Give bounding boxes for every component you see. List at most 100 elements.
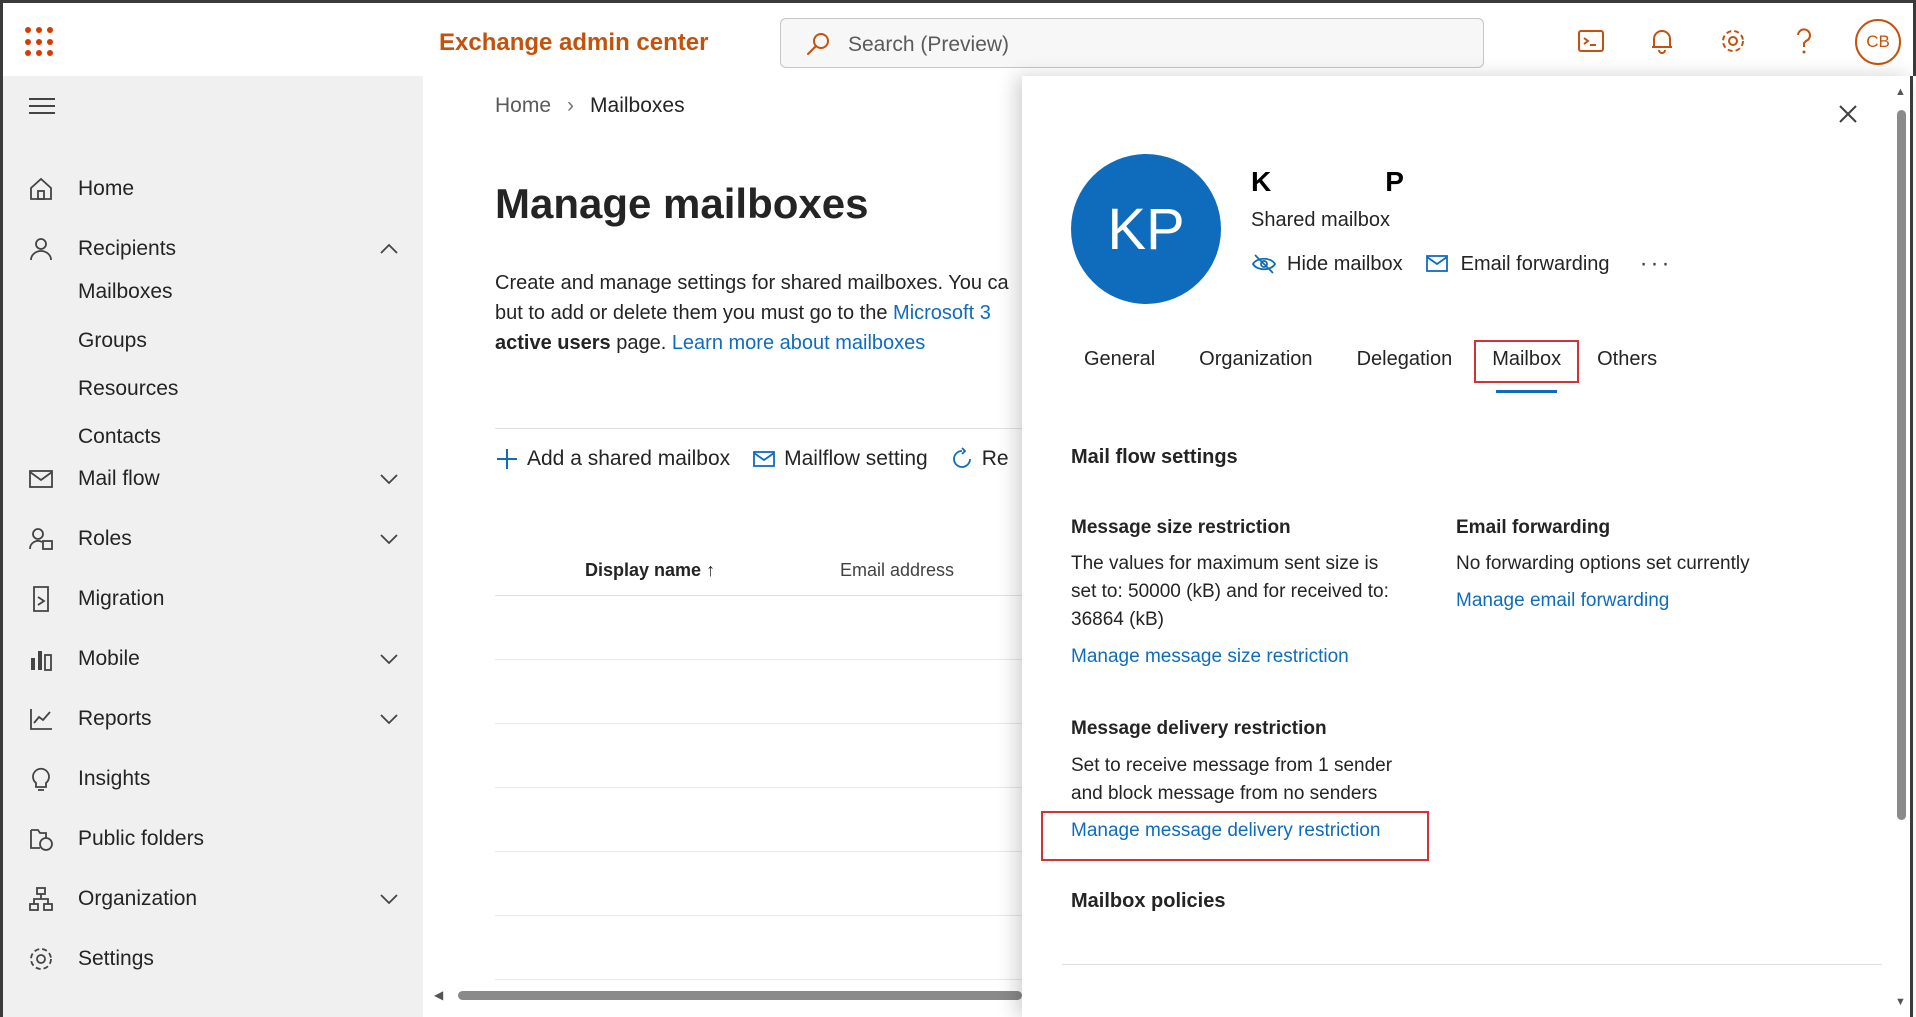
sidebar-item-insights[interactable]: Insights <box>3 756 423 802</box>
email-forwarding-button[interactable]: Email forwarding <box>1425 253 1610 276</box>
top-bar: Exchange admin center Search (Preview) C… <box>0 0 1916 76</box>
sidebar-item-label: Organization <box>78 887 198 910</box>
user-avatar[interactable]: CB <box>1855 19 1901 65</box>
message-delivery-line: Set to receive message from 1 sender <box>1071 755 1393 776</box>
manage-message-delivery-link[interactable]: Manage message delivery restriction <box>1071 820 1380 842</box>
migration-icon <box>27 585 55 613</box>
sidebar-subitem-resources[interactable]: Resources <box>78 377 178 401</box>
sidebar-item-label: Settings <box>78 947 154 970</box>
notifications-icon[interactable] <box>1644 23 1680 59</box>
tab-organization[interactable]: Organization <box>1199 348 1312 383</box>
hide-mailbox-label: Hide mailbox <box>1287 252 1403 275</box>
refresh-label: Re <box>981 447 1009 470</box>
chevron-right-icon: › <box>567 94 575 117</box>
eye-hide-icon <box>1251 254 1277 274</box>
message-size-line: set to: 50000 (kB) and for received to: <box>1071 581 1389 602</box>
search-input[interactable]: Search (Preview) <box>848 33 1009 57</box>
sidebar-item-recipients[interactable]: Recipients <box>3 226 423 272</box>
tab-others[interactable]: Others <box>1597 348 1657 383</box>
sidebar-subitem-mailboxes[interactable]: Mailboxes <box>78 280 173 304</box>
description-line-2: but to add or delete them you must go to… <box>495 302 894 324</box>
scroll-up-icon[interactable]: ▲ <box>1895 86 1906 98</box>
vertical-scrollbar[interactable]: ▲ ▼ <box>1893 76 1909 1017</box>
description-line-1: Create and manage settings for shared ma… <box>495 272 1009 294</box>
breadcrumb: Home › Mailboxes <box>495 94 685 118</box>
sidebar-item-migration[interactable]: Migration <box>3 576 423 622</box>
sidebar-item-settings[interactable]: Settings <box>3 936 423 982</box>
hamburger-menu-icon[interactable] <box>29 98 55 116</box>
refresh-icon <box>952 447 971 468</box>
main-content: Home › Mailboxes Manage mailboxes Create… <box>423 76 1055 1017</box>
sidebar-item-home[interactable]: Home <box>3 166 423 212</box>
horizontal-scrollbar[interactable]: ◀ <box>432 988 1022 1002</box>
mailflow-setting-button[interactable]: Mailflow setting <box>752 447 928 471</box>
learn-more-link[interactable]: Learn more about mailboxes <box>672 332 925 354</box>
cloud-shell-icon[interactable] <box>1573 23 1609 59</box>
search-box[interactable]: Search (Preview) <box>780 18 1484 68</box>
public-folder-icon <box>27 825 55 853</box>
chevron-down-icon <box>380 654 398 665</box>
mail-settings-icon <box>753 451 776 467</box>
table-row[interactable] <box>495 724 1055 788</box>
table-row[interactable] <box>495 788 1055 852</box>
manage-email-forwarding-link[interactable]: Manage email forwarding <box>1456 590 1669 612</box>
table-row[interactable] <box>495 852 1055 916</box>
tab-delegation[interactable]: Delegation <box>1357 348 1453 383</box>
mobile-chart-icon <box>27 645 55 673</box>
mailflow-setting-label: Mailflow setting <box>784 447 928 470</box>
scrollbar-thumb[interactable] <box>1897 110 1906 820</box>
person-icon <box>27 235 55 263</box>
chevron-up-icon <box>380 243 398 254</box>
microsoft-365-link[interactable]: Microsoft 3 <box>893 302 991 324</box>
organization-icon <box>27 885 55 913</box>
message-delivery-line: and block message from no senders <box>1071 783 1378 804</box>
email-forwarding-heading: Email forwarding <box>1456 517 1611 538</box>
name-first: K <box>1251 166 1272 197</box>
app-title[interactable]: Exchange admin center <box>439 29 708 57</box>
add-shared-mailbox-button[interactable]: Add a shared mailbox <box>495 447 730 471</box>
more-options-icon[interactable]: ··· <box>1640 250 1673 278</box>
mail-forward-icon <box>1425 255 1448 272</box>
refresh-button[interactable]: Re <box>950 447 1009 471</box>
hide-mailbox-button[interactable]: Hide mailbox <box>1251 253 1403 276</box>
sidebar-subitem-groups[interactable]: Groups <box>78 329 147 353</box>
mailbox-type: Shared mailbox <box>1251 209 1390 231</box>
chevron-down-icon <box>380 714 398 725</box>
settings-gear-icon[interactable] <box>1715 23 1751 59</box>
sidebar-item-public-folders[interactable]: Public folders <box>3 816 423 862</box>
add-shared-mailbox-label: Add a shared mailbox <box>527 447 731 470</box>
search-icon <box>807 33 829 55</box>
scrollbar-thumb[interactable] <box>458 991 1022 1000</box>
sidebar-item-organization[interactable]: Organization <box>3 876 423 922</box>
scroll-down-icon[interactable]: ▼ <box>1895 996 1906 1008</box>
close-icon[interactable] <box>1832 98 1864 130</box>
table-row[interactable] <box>495 596 1055 660</box>
sidebar-item-label: Migration <box>78 587 165 610</box>
sidebar-item-mail-flow[interactable]: Mail flow <box>3 456 423 502</box>
sidebar-item-label: Reports <box>78 707 152 730</box>
sidebar-item-reports[interactable]: Reports <box>3 696 423 742</box>
sidebar-subitem-contacts[interactable]: Contacts <box>78 425 161 449</box>
tab-mailbox[interactable]: Mailbox <box>1474 340 1580 393</box>
sort-ascending-icon: ↑ <box>706 560 716 580</box>
sidebar-item-roles[interactable]: Roles <box>3 516 423 562</box>
table-row[interactable] <box>495 916 1055 980</box>
column-header-display-name[interactable]: Display name ↑ <box>585 560 715 581</box>
help-icon[interactable] <box>1786 23 1822 59</box>
page-description: Create and manage settings for shared ma… <box>495 268 1055 358</box>
settings-icon <box>27 945 55 973</box>
tab-general[interactable]: General <box>1084 348 1155 383</box>
lightbulb-icon <box>27 765 55 793</box>
sidebar-item-mobile[interactable]: Mobile <box>3 636 423 682</box>
breadcrumb-home[interactable]: Home <box>495 94 551 118</box>
table-header: Display name ↑ Email address <box>495 546 1055 596</box>
app-launcher-icon[interactable] <box>25 27 55 57</box>
scroll-left-icon[interactable]: ◀ <box>434 988 443 1002</box>
message-delivery-heading: Message delivery restriction <box>1071 718 1327 739</box>
manage-message-size-link[interactable]: Manage message size restriction <box>1071 646 1349 668</box>
column-header-email-address[interactable]: Email address <box>840 560 954 581</box>
table-row[interactable] <box>495 660 1055 724</box>
mailbox-policies-heading: Mailbox policies <box>1071 890 1226 912</box>
home-icon <box>27 175 55 203</box>
message-size-heading: Message size restriction <box>1071 517 1291 538</box>
